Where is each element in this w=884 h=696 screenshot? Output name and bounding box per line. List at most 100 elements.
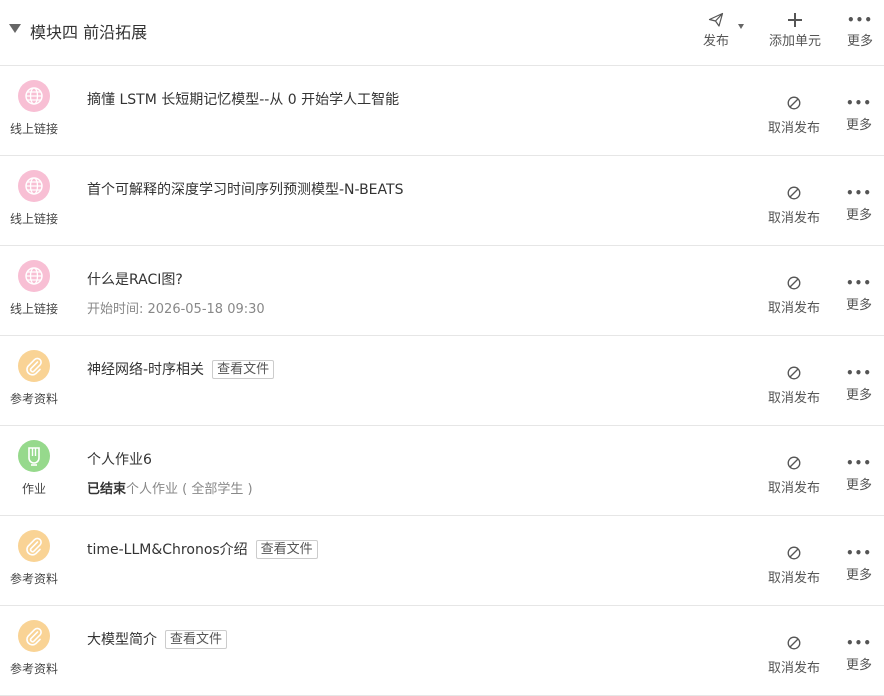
paperclip-icon <box>18 620 50 652</box>
item-more-label: 更多 <box>845 118 872 133</box>
unpublish-label: 取消发布 <box>767 211 820 226</box>
item-title-text[interactable]: 摘懂 LSTM 长短期记忆模型--从 0 开始学人工智能 <box>87 92 399 108</box>
unpublish-label: 取消发布 <box>767 301 820 316</box>
unpublish-label: 取消发布 <box>767 481 820 496</box>
paperclip-icon <box>18 350 50 382</box>
item-type-label: 参考资料 <box>9 662 58 676</box>
item-type-label: 线上链接 <box>9 212 58 226</box>
unpublish-button[interactable]: 取消发布 <box>765 635 823 676</box>
unpublish-button[interactable]: 取消发布 <box>765 95 823 136</box>
item-more-button[interactable]: ••• 更多 <box>840 365 878 403</box>
item-title: 个人作业6 <box>87 449 152 469</box>
item-title-text[interactable]: 首个可解释的深度学习时间序列预测模型-N-BEATS <box>87 182 403 198</box>
item-title: 摘懂 LSTM 长短期记忆模型--从 0 开始学人工智能 <box>87 89 399 109</box>
item-title: 首个可解释的深度学习时间序列预测模型-N-BEATS <box>87 179 403 199</box>
list-item[interactable]: 参考资料 神经网络-时序相关 查看文件取消发布 ••• 更多 <box>0 336 884 426</box>
unpublish-button[interactable]: 取消发布 <box>765 545 823 586</box>
item-title-text[interactable]: 个人作业6 <box>87 452 152 468</box>
assignment-scope: 个人作业 ( 全部学生 ) <box>126 482 253 497</box>
list-item[interactable]: 参考资料 大模型简介 查看文件取消发布 ••• 更多 <box>0 606 884 696</box>
item-title-text[interactable]: time-LLM&Chronos介绍 <box>87 542 248 558</box>
publish-button[interactable]: 发布 <box>700 10 744 49</box>
item-type-label: 参考资料 <box>9 392 58 406</box>
ban-icon <box>787 546 801 560</box>
item-title-text[interactable]: 大模型简介 <box>87 632 157 648</box>
unpublish-button[interactable]: 取消发布 <box>765 185 823 226</box>
more-dots-icon: ••• <box>845 276 872 290</box>
globe-icon <box>18 80 50 112</box>
item-type-badge: 参考资料 <box>0 620 68 677</box>
item-type-badge: 参考资料 <box>0 350 68 407</box>
more-dots-icon: ••• <box>845 186 872 200</box>
item-title-text[interactable]: 什么是RACI图? <box>87 272 183 288</box>
item-type-label: 作业 <box>21 482 46 496</box>
item-more-label: 更多 <box>845 388 872 403</box>
item-title: 什么是RACI图? <box>87 269 183 289</box>
ban-icon <box>787 636 801 650</box>
item-title-text[interactable]: 神经网络-时序相关 <box>87 362 204 378</box>
view-file-button[interactable]: 查看文件 <box>212 360 275 379</box>
module-header: 模块四 前沿拓展 发布 添加单元 ••• 更多 <box>0 0 884 66</box>
publish-label: 发布 <box>702 34 729 49</box>
homework-icon <box>18 440 50 472</box>
item-more-button[interactable]: ••• 更多 <box>840 95 878 133</box>
more-dots-icon: ••• <box>845 636 872 650</box>
module-title: 模块四 前沿拓展 <box>30 23 148 42</box>
item-more-button[interactable]: ••• 更多 <box>840 275 878 313</box>
item-type-badge: 作业 <box>0 440 68 497</box>
header-more-label: 更多 <box>846 34 873 49</box>
header-more-button[interactable]: ••• 更多 <box>842 10 878 49</box>
view-file-button[interactable]: 查看文件 <box>165 630 228 649</box>
item-type-badge: 线上链接 <box>0 260 68 317</box>
unpublish-button[interactable]: 取消发布 <box>765 455 823 496</box>
item-more-button[interactable]: ••• 更多 <box>840 455 878 493</box>
list-item[interactable]: 作业 个人作业6 已结束个人作业 ( 全部学生 ) 取消发布 ••• 更多 <box>0 426 884 516</box>
unpublish-button[interactable]: 取消发布 <box>765 275 823 316</box>
item-type-badge: 参考资料 <box>0 530 68 587</box>
item-type-label: 线上链接 <box>9 122 58 136</box>
collapse-toggle-icon[interactable] <box>9 24 21 33</box>
chevron-down-icon[interactable] <box>738 24 744 29</box>
item-type-badge: 线上链接 <box>0 170 68 227</box>
paperclip-icon <box>18 530 50 562</box>
unpublish-label: 取消发布 <box>767 661 820 676</box>
item-more-label: 更多 <box>845 568 872 583</box>
ban-icon <box>787 96 801 110</box>
list-item[interactable]: 线上链接 摘懂 LSTM 长短期记忆模型--从 0 开始学人工智能取消发布 ••• 更… <box>0 66 884 156</box>
item-more-label: 更多 <box>845 478 872 493</box>
globe-icon <box>18 170 50 202</box>
add-unit-button[interactable]: 添加单元 <box>766 10 824 49</box>
add-unit-label: 添加单元 <box>768 34 821 49</box>
ban-icon <box>787 186 801 200</box>
globe-icon <box>18 260 50 292</box>
list-item[interactable]: 参考资料 time-LLM&Chronos介绍 查看文件取消发布 ••• 更多 <box>0 516 884 606</box>
unpublish-button[interactable]: 取消发布 <box>765 365 823 406</box>
unpublish-label: 取消发布 <box>767 391 820 406</box>
ban-icon <box>787 366 801 380</box>
start-time: 开始时间: 2026-05-18 09:30 <box>87 302 265 317</box>
view-file-button[interactable]: 查看文件 <box>255 540 318 559</box>
item-type-label: 线上链接 <box>9 302 58 316</box>
ban-icon <box>787 456 801 470</box>
more-dots-icon: ••• <box>845 456 872 470</box>
item-title: 神经网络-时序相关 查看文件 <box>87 359 275 379</box>
item-type-label: 参考资料 <box>9 572 58 586</box>
ban-icon <box>787 276 801 290</box>
send-icon <box>700 10 732 30</box>
status-badge: 已结束 <box>87 482 127 497</box>
item-more-button[interactable]: ••• 更多 <box>840 185 878 223</box>
item-title: 大模型简介 查看文件 <box>87 629 228 649</box>
unpublish-label: 取消发布 <box>767 121 820 136</box>
item-more-label: 更多 <box>845 208 872 223</box>
assignment-status: 已结束个人作业 ( 全部学生 ) <box>87 478 253 497</box>
list-item[interactable]: 线上链接 什么是RACI图? 开始时间: 2026-05-18 09:30 取消发布 •… <box>0 246 884 336</box>
item-more-button[interactable]: ••• 更多 <box>840 545 878 583</box>
item-more-button[interactable]: ••• 更多 <box>840 635 878 673</box>
unpublish-label: 取消发布 <box>767 571 820 586</box>
item-more-label: 更多 <box>845 658 872 673</box>
more-dots-icon: ••• <box>845 366 872 380</box>
plus-icon <box>766 10 824 30</box>
list-item[interactable]: 线上链接 首个可解释的深度学习时间序列预测模型-N-BEATS 取消发布 ••• 更多 <box>0 156 884 246</box>
item-title: time-LLM&Chronos介绍 查看文件 <box>87 539 318 559</box>
item-more-label: 更多 <box>845 298 872 313</box>
